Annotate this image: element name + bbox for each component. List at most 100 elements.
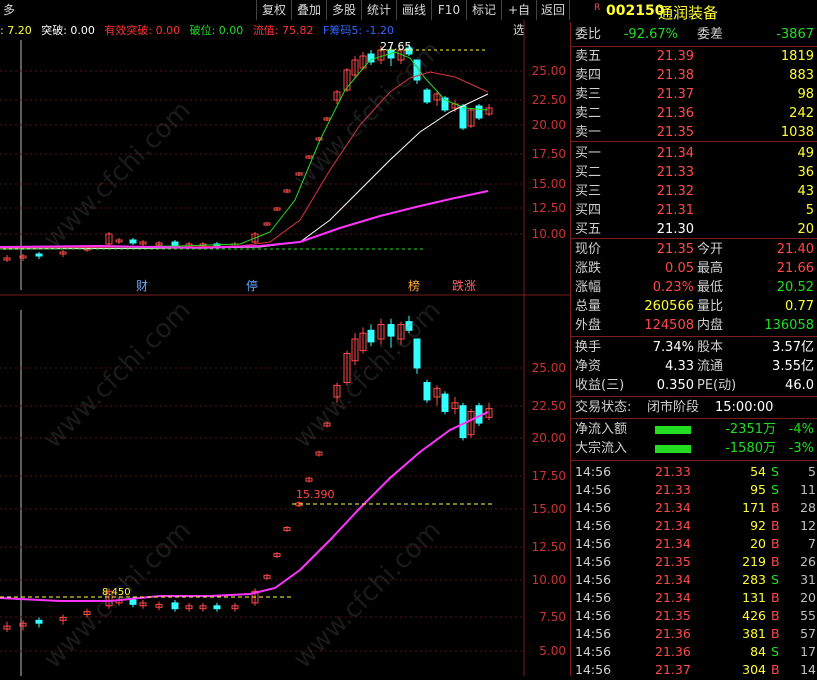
bid-row[interactable]: 买一 21.34 49 <box>571 145 817 163</box>
tick-row[interactable]: 14:56 21.34 171 B 28 <box>575 499 817 517</box>
bid-label: 买一 <box>575 146 602 161</box>
ask-row[interactable]: 卖三 21.37 98 <box>571 86 817 104</box>
top-axis-label: 22.50 <box>532 93 566 107</box>
quote-label2: 最低 <box>697 280 724 295</box>
bid-volume: 5 <box>805 203 814 218</box>
tick-side: S <box>771 644 779 659</box>
stock-badge: R <box>594 3 601 13</box>
stock-header: R 002150 通润装备 <box>570 0 817 22</box>
quote-label: 涨幅 <box>575 280 602 295</box>
tick-price: 21.33 <box>655 464 691 479</box>
fundamental-value2: 3.57亿 <box>772 340 814 355</box>
tick-price: 21.35 <box>655 608 691 623</box>
tick-row[interactable]: 14:56 21.37 304 B 14 <box>575 661 817 679</box>
ask-row[interactable]: 卖二 21.36 242 <box>571 105 817 123</box>
tick-row[interactable]: 14:56 21.33 95 S 11 <box>575 481 817 499</box>
menu-huaxian[interactable]: 画线 <box>396 0 431 20</box>
tick-time: 14:56 <box>575 536 612 551</box>
tick-volume: 54 <box>750 464 766 479</box>
menu-fuquan[interactable]: 复权 <box>256 0 291 20</box>
quote-value2: 21.66 <box>776 261 814 276</box>
quote-label2: 量比 <box>697 299 724 314</box>
quote-value: 124508 <box>644 318 694 333</box>
tick-row[interactable]: 14:56 21.34 283 S 31 <box>575 571 817 589</box>
bid-price: 21.33 <box>656 165 694 180</box>
tick-row[interactable]: 14:56 21.36 84 S 17 <box>575 643 817 661</box>
tick-row[interactable]: 14:56 21.34 92 B 12 <box>575 517 817 535</box>
candle-body <box>171 241 179 247</box>
tick-side: B <box>771 500 780 515</box>
menu-f10[interactable]: F10 <box>431 0 466 20</box>
fundamental-label2: 股本 <box>697 340 724 355</box>
tick-volume: 283 <box>742 572 766 587</box>
tick-row[interactable]: 14:56 21.35 219 B 26 <box>575 553 817 571</box>
menu-back[interactable]: 返回 <box>536 0 570 20</box>
menu-tongji[interactable]: 统计 <box>361 0 396 20</box>
bid-volume: 20 <box>797 222 814 237</box>
tick-row[interactable]: 14:56 21.34 131 B 20 <box>575 589 817 607</box>
nav-left-arrow[interactable]: 多 <box>0 0 18 20</box>
fundamental-label: 净资 <box>575 359 602 374</box>
bottom-axis-label: 15.00 <box>532 502 566 516</box>
tick-row[interactable]: 14:56 21.36 381 B 57 <box>575 625 817 643</box>
candle-body <box>171 602 179 610</box>
bid-row[interactable]: 买三 21.32 43 <box>571 183 817 201</box>
quote-value2: 21.40 <box>776 242 814 257</box>
bid-row[interactable]: 买四 21.31 5 <box>571 202 817 220</box>
bid-row[interactable]: 买二 21.33 36 <box>571 164 817 182</box>
chart-area[interactable]: 27.65 15.390 8.450 财 停 榜 跌涨 25.00 22.50 20… <box>0 20 570 676</box>
tick-time: 14:56 <box>575 482 612 497</box>
candle-body <box>413 338 421 369</box>
tick-side: S <box>771 572 779 587</box>
ask-volume: 1038 <box>780 125 814 140</box>
bid-price: 21.34 <box>656 146 694 161</box>
quote-value2: 136058 <box>764 318 814 333</box>
tick-row[interactable]: 14:56 21.34 20 B 7 <box>575 535 817 553</box>
ask-label: 卖一 <box>575 125 602 140</box>
candle-body <box>423 89 431 103</box>
tick-row[interactable]: 14:56 21.35 426 B 55 <box>575 607 817 625</box>
tick-row[interactable]: 14:56 21.33 54 S 5 <box>575 463 817 481</box>
top-axis-label: 25.00 <box>532 64 566 78</box>
fundamental-value: 7.34% <box>652 340 694 355</box>
menu-add-watch[interactable]: +自选 <box>501 0 536 37</box>
bottom-axis-label: 20.00 <box>532 431 566 445</box>
tick-price: 21.34 <box>655 518 691 533</box>
status-row: 交易状态: 闭市阶段 15:00:00 <box>571 399 817 417</box>
fundamental-label2: PE(动) <box>697 378 737 393</box>
tick-volume: 92 <box>750 518 766 533</box>
bottom-axis-label: 25.00 <box>532 361 566 375</box>
event-cai: 财 <box>136 279 148 293</box>
top-axis-label: 10.00 <box>532 227 566 241</box>
tick-price: 21.36 <box>655 626 691 641</box>
bid-row[interactable]: 买五 21.30 20 <box>571 221 817 239</box>
weibi-label: 委比 <box>575 27 602 42</box>
ask-row[interactable]: 卖一 21.35 1038 <box>571 124 817 142</box>
tick-count: 26 <box>800 554 816 569</box>
bottom-axis-label: 17.50 <box>532 469 566 483</box>
quote-label: 现价 <box>575 242 602 257</box>
tick-time: 14:56 <box>575 644 612 659</box>
menu-biaoji[interactable]: 标记 <box>466 0 501 20</box>
quote-label: 外盘 <box>575 318 602 333</box>
ask-row[interactable]: 卖四 21.38 883 <box>571 67 817 85</box>
menu-duogu[interactable]: 多股 <box>326 0 361 20</box>
status-value: 闭市阶段 <box>647 400 700 415</box>
ask-volume: 883 <box>789 68 814 83</box>
flow-row: 大宗流入 -1580万 -3% <box>571 440 817 458</box>
ask-row[interactable]: 卖五 21.39 1819 <box>571 48 817 66</box>
kline-chart-svg[interactable]: 27.65 15.390 8.450 财 停 榜 跌涨 25.00 22.50 20… <box>0 20 570 676</box>
flow-row: 净流入额 -2351万 -4% <box>571 421 817 439</box>
bottom-axis-label: 22.50 <box>532 399 566 413</box>
tick-count: 57 <box>800 626 816 641</box>
bid-volume: 36 <box>797 165 814 180</box>
flow-value: -2351万 <box>725 422 776 437</box>
ask-volume: 98 <box>797 87 814 102</box>
tick-side: B <box>771 518 780 533</box>
menu-diejia[interactable]: 叠加 <box>291 0 326 20</box>
candle-body <box>387 324 395 337</box>
tick-volume: 131 <box>742 590 766 605</box>
quote-row: 涨跌 0.05 最高 21.66 <box>571 260 817 278</box>
tick-time: 14:56 <box>575 464 612 479</box>
ask-price: 21.37 <box>656 87 694 102</box>
